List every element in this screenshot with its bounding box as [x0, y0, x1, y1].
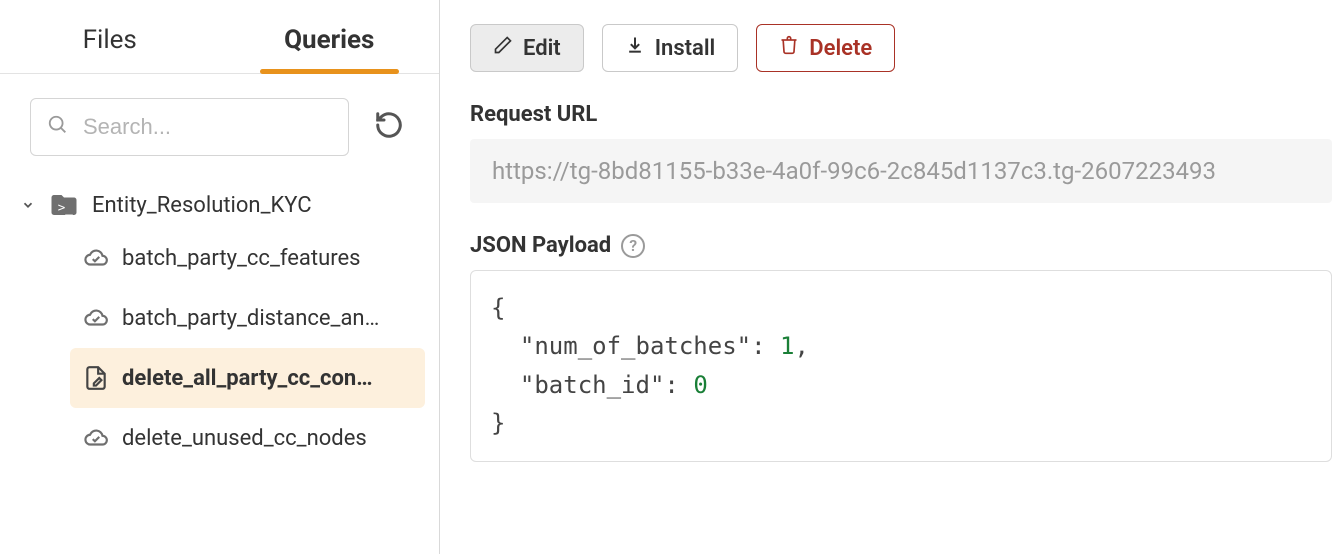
sidebar-tabs: Files Queries	[0, 0, 439, 74]
chevron-down-icon	[20, 198, 36, 212]
refresh-icon	[374, 110, 404, 144]
sidebar: Files Queries >_	[0, 0, 440, 554]
json-key: "num_of_batches"	[520, 332, 751, 360]
install-label: Install	[655, 36, 716, 61]
json-key: "batch_id"	[520, 371, 665, 399]
json-value: 1	[780, 332, 794, 360]
help-icon[interactable]: ?	[621, 234, 645, 258]
search-box[interactable]	[30, 98, 349, 156]
tree-item-label: delete_all_party_cc_con…	[122, 366, 373, 391]
search-input[interactable]	[83, 114, 332, 140]
tree-item-label: delete_unused_cc_nodes	[122, 426, 367, 451]
json-payload-editor[interactable]: { "num_of_batches": 1, "batch_id": 0 }	[470, 270, 1332, 462]
tree-item-batch-party-cc-features[interactable]: batch_party_cc_features	[70, 228, 425, 288]
file-edit-icon	[82, 364, 110, 392]
toolbar: Edit Install Delete	[470, 24, 1332, 72]
tab-files[interactable]: Files	[0, 5, 220, 73]
tree-item-batch-party-distance[interactable]: batch_party_distance_an…	[70, 288, 425, 348]
folder-icon: >_	[48, 192, 80, 218]
cloud-check-icon	[82, 424, 110, 452]
tree-item-label: batch_party_distance_an…	[122, 306, 379, 331]
tab-queries[interactable]: Queries	[220, 5, 440, 73]
delete-label: Delete	[809, 36, 872, 61]
search-icon	[47, 114, 69, 140]
json-value: 0	[693, 371, 707, 399]
download-icon	[625, 35, 645, 61]
main-panel: Edit Install Delete Request URL https://…	[440, 0, 1332, 554]
cloud-check-icon	[82, 244, 110, 272]
json-payload-label-text: JSON Payload	[470, 233, 611, 258]
json-payload-label: JSON Payload ?	[470, 233, 1332, 258]
app-root: Files Queries >_	[0, 0, 1332, 554]
brace-close: }	[491, 409, 505, 437]
refresh-button[interactable]	[369, 107, 409, 147]
tree-item-delete-all-party-cc[interactable]: delete_all_party_cc_con…	[70, 348, 425, 408]
request-url-label: Request URL	[470, 102, 1332, 127]
delete-button[interactable]: Delete	[756, 24, 895, 72]
edit-label: Edit	[523, 36, 561, 61]
edit-button[interactable]: Edit	[470, 24, 584, 72]
query-tree: >_ Entity_Resolution_KYC batch_party_cc_…	[0, 174, 439, 476]
trash-icon	[779, 35, 799, 61]
folder-label: Entity_Resolution_KYC	[92, 193, 312, 218]
tree-folder[interactable]: >_ Entity_Resolution_KYC	[14, 182, 425, 228]
install-button[interactable]: Install	[602, 24, 739, 72]
cloud-check-icon	[82, 304, 110, 332]
tree-item-delete-unused-cc-nodes[interactable]: delete_unused_cc_nodes	[70, 408, 425, 468]
brace-open: {	[491, 294, 505, 322]
pencil-icon	[493, 35, 513, 61]
request-url-value[interactable]: https://tg-8bd81155-b33e-4a0f-99c6-2c845…	[470, 139, 1332, 203]
tree-item-label: batch_party_cc_features	[122, 246, 361, 271]
svg-text:>_: >_	[58, 199, 74, 214]
tree-children: batch_party_cc_features batch_party_dist…	[70, 228, 425, 468]
search-row	[0, 74, 439, 174]
